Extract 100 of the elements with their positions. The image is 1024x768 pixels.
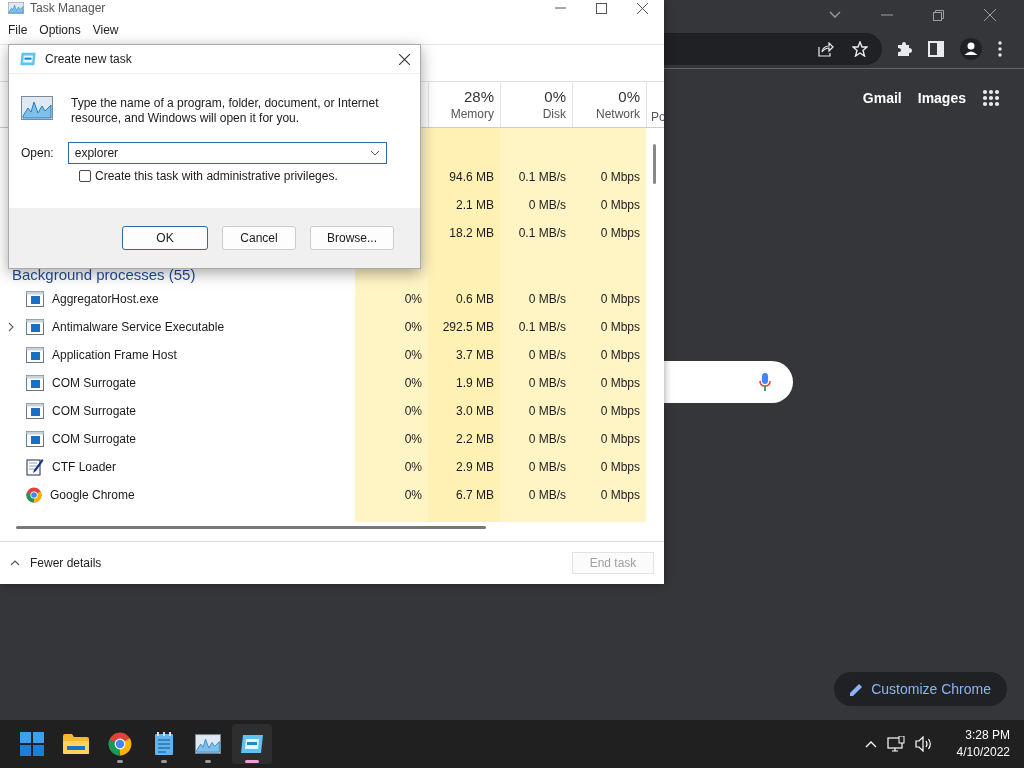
window-icon: [26, 291, 44, 307]
window-icon: [26, 431, 44, 447]
table-cell-text: 2.9 MB: [455, 459, 495, 476]
profile-icon[interactable]: [960, 38, 982, 60]
side-panel-icon[interactable]: [928, 41, 944, 57]
table-cell-text: 0 MB/s: [527, 459, 567, 476]
table-cell-text: 0 Mbps: [599, 291, 641, 308]
table-cell-text: 1.9 MB: [455, 375, 495, 392]
table-cell-text: 0 MB/s: [527, 431, 567, 448]
puzzle-piece-icon[interactable]: [896, 41, 912, 57]
star-icon[interactable]: [852, 41, 868, 57]
menu-item[interactable]: File: [2, 23, 34, 37]
checkbox-label[interactable]: Create this task with administrative privileges.: [95, 169, 338, 183]
close-icon[interactable]: [984, 9, 996, 21]
close-icon[interactable]: [399, 53, 410, 65]
table-cell-text: 0.1 MB/s: [517, 225, 567, 242]
table-cell-text: 0 Mbps: [599, 459, 641, 476]
chrome-icon: [108, 732, 132, 756]
table-cell-text: 94.6 MB: [448, 169, 495, 186]
address-bar[interactable]: [664, 33, 882, 65]
process-name: COM Surrogate: [52, 376, 137, 390]
table-cell-text: 0 Mbps: [599, 375, 641, 392]
more-menu-icon[interactable]: [998, 41, 1002, 57]
run-window-icon: [19, 52, 37, 66]
menu-item[interactable]: Options: [33, 23, 87, 37]
dialog-button[interactable]: Browse...: [310, 226, 394, 250]
table-cell-text: 0 Mbps: [599, 403, 641, 420]
table-cell-text: 0 Mbps: [599, 169, 641, 186]
process-name: CTF Loader: [52, 460, 117, 474]
table-cell-text: 0%: [403, 487, 423, 504]
table-cell-text: 0%: [403, 375, 423, 392]
window-icon: [26, 347, 44, 363]
header-link[interactable]: Gmail: [862, 90, 902, 106]
volume-icon[interactable]: [914, 736, 933, 752]
scrollbar-thumb[interactable]: [653, 144, 656, 184]
dialog-title: Create new task: [45, 52, 132, 66]
fewer-details-button[interactable]: Fewer details: [10, 556, 102, 570]
dialog-message: Type the name of a program, folder, document, or Internet resource, and Windows will open it for you.: [71, 96, 380, 126]
table-cell-text: 3.7 MB: [455, 347, 495, 364]
notepad-icon: [154, 732, 174, 756]
clock[interactable]: 3:28 PM 4/10/2022: [956, 727, 1010, 761]
column-header[interactable]: 0% Disk: [500, 82, 572, 127]
table-cell-text: 0%: [403, 319, 423, 336]
table-cell-text: 0 Mbps: [599, 487, 641, 504]
process-name: Google Chrome: [50, 488, 135, 502]
table-cell-text: 0.1 MB/s: [517, 169, 567, 186]
table-cell-text: 6.7 MB: [455, 487, 495, 504]
menu-item[interactable]: View: [86, 23, 125, 37]
open-label: Open:: [21, 146, 54, 160]
column-header[interactable]: 28% Memory: [428, 82, 500, 127]
group-title: Background processes (55): [12, 266, 196, 283]
dropdown-caret-icon: [369, 150, 380, 156]
pencil-icon: [850, 682, 864, 696]
search-field[interactable]: [664, 361, 793, 403]
table-cell-text: 0%: [403, 347, 423, 364]
apps-grid-icon[interactable]: [982, 89, 1000, 107]
table-cell-text: 0%: [403, 291, 423, 308]
scrollbar-thumb[interactable]: [16, 525, 486, 529]
dialog-button[interactable]: OK: [122, 226, 208, 250]
process-name: COM Surrogate: [52, 404, 137, 418]
table-cell-text: 0 Mbps: [599, 197, 641, 214]
table-cell-text: 18.2 MB: [448, 225, 495, 242]
performance-graph-icon: [195, 734, 221, 754]
chevron-up-icon[interactable]: [864, 740, 877, 748]
notepad-pen-icon: [26, 458, 44, 476]
header-link[interactable]: Images: [917, 90, 966, 106]
column-header[interactable]: 0% Network: [572, 82, 646, 127]
table-cell-text: 0.6 MB: [455, 291, 495, 308]
chevron-down-icon[interactable]: [829, 11, 841, 19]
table-cell-text: 0 Mbps: [599, 225, 641, 242]
table-cell-text: 0%: [403, 459, 423, 476]
customize-chrome-button[interactable]: Customize Chrome: [834, 672, 1007, 706]
table-cell-text: 0%: [403, 403, 423, 420]
table-cell-text: 3.0 MB: [455, 403, 495, 420]
table-cell-text: 0 MB/s: [527, 291, 567, 308]
network-icon[interactable]: [886, 736, 905, 752]
run-window-icon: [240, 734, 264, 754]
process-name: COM Surrogate: [52, 432, 137, 446]
table-cell-text: 0 MB/s: [527, 197, 567, 214]
share-icon[interactable]: [818, 41, 834, 57]
window-title: Task Manager: [30, 1, 106, 15]
table-cell-text: 0 MB/s: [527, 487, 567, 504]
open-combo-field[interactable]: explorer: [67, 142, 387, 164]
window-icon: [26, 375, 44, 391]
restore-icon[interactable]: [933, 9, 944, 21]
chrome-icon: [26, 487, 42, 503]
taskbar-app[interactable]: [232, 724, 272, 764]
process-name: Application Frame Host: [52, 348, 177, 362]
table-cell-text: 0 MB/s: [527, 347, 567, 364]
table-cell-text: 2.1 MB: [455, 197, 495, 214]
window-icon: [26, 403, 44, 419]
maximize-icon[interactable]: [596, 2, 607, 14]
window-icon: [26, 319, 44, 335]
dialog-button[interactable]: Cancel: [222, 226, 296, 250]
microphone-icon[interactable]: [759, 373, 771, 391]
chevron-right-icon[interactable]: [8, 322, 14, 332]
close-icon[interactable]: [637, 2, 648, 14]
chevron-up-icon: [10, 560, 20, 566]
checkbox[interactable]: [79, 170, 91, 182]
process-name: Antimalware Service Executable: [52, 320, 225, 334]
